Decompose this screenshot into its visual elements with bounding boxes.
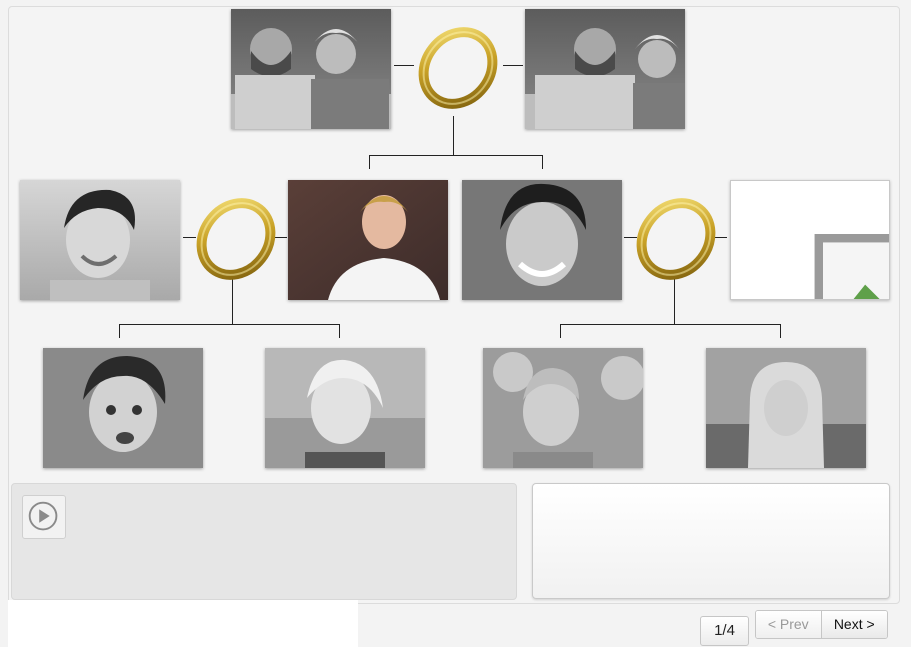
gold-ring-icon — [418, 27, 498, 109]
photo-spouse-right[interactable] — [730, 180, 890, 300]
connector — [369, 155, 543, 156]
couple-photo-image — [525, 9, 685, 129]
connector — [369, 155, 370, 169]
photo-child-2[interactable] — [462, 180, 622, 300]
play-button[interactable] — [22, 495, 66, 539]
portrait-image — [706, 348, 866, 468]
connector — [394, 65, 414, 66]
page-indicator: 1/4 — [700, 616, 749, 646]
portrait-image — [265, 348, 425, 468]
portrait-image — [288, 180, 448, 300]
photo-grandchild-2[interactable] — [265, 348, 425, 468]
broken-image-icon — [814, 234, 889, 299]
photo-spouse-left[interactable] — [20, 180, 180, 300]
connector — [453, 116, 454, 155]
portrait-image — [43, 348, 203, 468]
portrait-image — [20, 180, 180, 300]
photo-grandchild-3[interactable] — [483, 348, 643, 468]
connector — [560, 324, 561, 338]
family-tree-viewer: 1/4 < Prev Next > — [0, 0, 911, 647]
connector — [780, 324, 781, 338]
photo-grandparents-left[interactable] — [231, 9, 391, 129]
connector — [503, 65, 523, 66]
next-button[interactable]: Next > — [821, 611, 887, 638]
photo-grandchild-4[interactable] — [706, 348, 866, 468]
couple-photo-image — [231, 9, 391, 129]
photo-grandparents-right[interactable] — [525, 9, 685, 129]
caption-panel — [532, 483, 890, 599]
connector — [232, 279, 233, 324]
play-icon — [28, 501, 58, 531]
photo-grandchild-1[interactable] — [43, 348, 203, 468]
connector — [119, 324, 340, 325]
gold-ring-icon — [196, 198, 276, 280]
prev-button[interactable]: < Prev — [756, 611, 822, 638]
photo-child-1[interactable] — [288, 180, 448, 300]
white-strip — [8, 600, 358, 647]
connector — [119, 324, 120, 338]
connector — [339, 324, 340, 338]
portrait-image — [483, 348, 643, 468]
gold-ring-icon — [636, 198, 716, 280]
media-player-area — [11, 483, 517, 600]
connector — [542, 155, 543, 169]
connector — [674, 279, 675, 324]
portrait-image — [462, 180, 622, 300]
pager: < Prev Next > — [755, 610, 888, 639]
connector — [560, 324, 781, 325]
